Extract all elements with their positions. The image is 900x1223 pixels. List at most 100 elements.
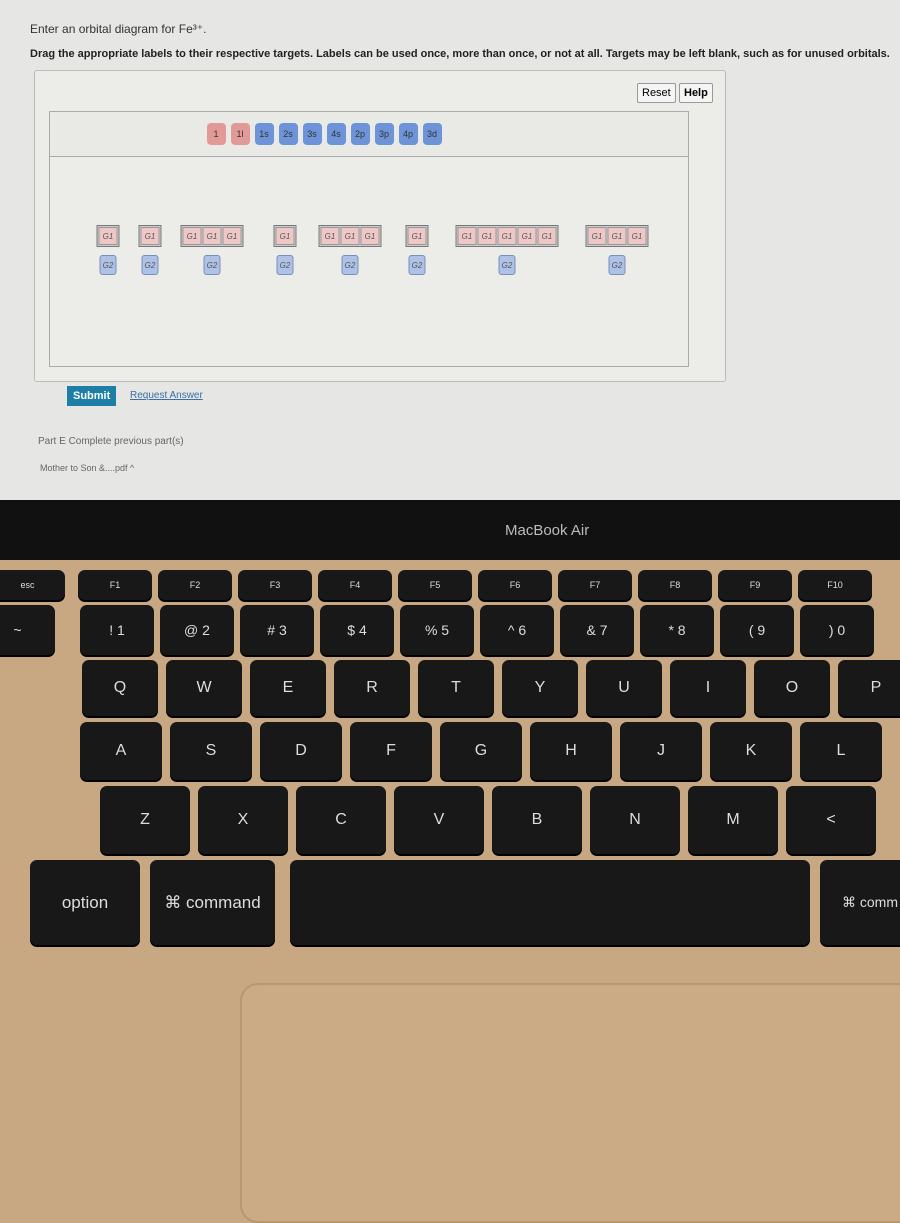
orbital-name-target[interactable]: G2 — [498, 255, 516, 275]
key[interactable]: $ 4 — [320, 605, 394, 655]
orbital-boxes: G1 — [96, 225, 120, 247]
key[interactable]: W — [166, 660, 242, 716]
key[interactable]: @ 2 — [160, 605, 234, 655]
drag-label-3d[interactable]: 3d — [422, 123, 442, 145]
key[interactable]: I — [670, 660, 746, 716]
orbital-target[interactable]: G1 — [457, 227, 477, 245]
key[interactable]: % 5 — [400, 605, 474, 655]
key[interactable]: F8 — [638, 570, 712, 600]
orbital-target[interactable]: G1 — [477, 227, 497, 245]
orbital-target[interactable]: G1 — [140, 227, 160, 245]
key[interactable]: O — [754, 660, 830, 716]
key[interactable]: B — [492, 786, 582, 854]
key[interactable]: & 7 — [560, 605, 634, 655]
key[interactable]: C — [296, 786, 386, 854]
key[interactable]: R — [334, 660, 410, 716]
orbital-name-target[interactable]: G2 — [99, 255, 117, 275]
drag-label-2s[interactable]: 2s — [278, 123, 298, 145]
orbital-name-target[interactable]: G2 — [141, 255, 159, 275]
key[interactable]: S — [170, 722, 252, 780]
key[interactable]: ( 9 — [720, 605, 794, 655]
key[interactable]: * 8 — [640, 605, 714, 655]
key[interactable]: # 3 — [240, 605, 314, 655]
orbital-target[interactable]: G1 — [627, 227, 647, 245]
key[interactable]: F — [350, 722, 432, 780]
key[interactable]: F7 — [558, 570, 632, 600]
key[interactable]: ⌘ command — [150, 860, 275, 945]
orbital-target[interactable]: G1 — [407, 227, 427, 245]
key[interactable]: F5 — [398, 570, 472, 600]
orbital-target[interactable]: G1 — [537, 227, 557, 245]
key[interactable]: ) 0 — [800, 605, 874, 655]
key[interactable]: X — [198, 786, 288, 854]
target-area: G1 G2 G1 G2 G1 G1 G1 G2 G1 G2 G1 G1 G1 G2 G1 G2 G1 G1 G1 G1… — [49, 157, 689, 367]
key[interactable]: H — [530, 722, 612, 780]
drag-label-1l[interactable]: 1l — [230, 123, 250, 145]
key[interactable]: G — [440, 722, 522, 780]
key[interactable]: F2 — [158, 570, 232, 600]
download-item[interactable]: Mother to Son &....pdf ^ — [40, 463, 134, 473]
orbital-target[interactable]: G1 — [182, 227, 202, 245]
key[interactable]: T — [418, 660, 494, 716]
reset-button[interactable]: Reset — [637, 83, 676, 103]
key[interactable]: K — [710, 722, 792, 780]
space-bar[interactable] — [290, 860, 810, 945]
key[interactable]: ^ 6 — [480, 605, 554, 655]
key[interactable]: option — [30, 860, 140, 945]
key[interactable]: F4 — [318, 570, 392, 600]
drag-label-3p[interactable]: 3p — [374, 123, 394, 145]
key[interactable]: E — [250, 660, 326, 716]
orbital-target[interactable]: G1 — [607, 227, 627, 245]
key[interactable]: M — [688, 786, 778, 854]
key[interactable]: F1 — [78, 570, 152, 600]
screen: Enter an orbital diagram for Fe³⁺. Drag … — [0, 0, 900, 500]
orbital-name-target[interactable]: G2 — [203, 255, 221, 275]
key[interactable]: ~ — [0, 605, 55, 655]
drag-label-3s[interactable]: 3s — [302, 123, 322, 145]
key[interactable]: U — [586, 660, 662, 716]
orbital-target[interactable]: G1 — [98, 227, 118, 245]
orbital-target[interactable]: G1 — [340, 227, 360, 245]
key[interactable]: N — [590, 786, 680, 854]
drag-label-1s[interactable]: 1s — [254, 123, 274, 145]
orbital-target[interactable]: G1 — [222, 227, 242, 245]
submit-button[interactable]: Submit — [67, 386, 117, 406]
key[interactable]: L — [800, 722, 882, 780]
key[interactable]: F6 — [478, 570, 552, 600]
drag-label-2p[interactable]: 2p — [350, 123, 370, 145]
orbital-name-target[interactable]: G2 — [341, 255, 359, 275]
orbital-target[interactable]: G1 — [202, 227, 222, 245]
request-answer-link[interactable]: Request Answer — [130, 390, 203, 401]
orbital-group: G1 G2 — [405, 225, 429, 275]
orbital-boxes: G1 G1 G1 — [585, 225, 649, 247]
key[interactable]: Y — [502, 660, 578, 716]
key[interactable]: D — [260, 722, 342, 780]
drag-label-4p[interactable]: 4p — [398, 123, 418, 145]
key[interactable]: Z — [100, 786, 190, 854]
key[interactable]: V — [394, 786, 484, 854]
key[interactable]: J — [620, 722, 702, 780]
key[interactable]: F10 — [798, 570, 872, 600]
help-button[interactable]: Help — [679, 83, 713, 103]
key[interactable]: ! 1 — [80, 605, 154, 655]
orbital-target[interactable]: G1 — [275, 227, 295, 245]
orbital-name-target[interactable]: G2 — [608, 255, 626, 275]
drag-label-1[interactable]: 1 — [206, 123, 226, 145]
orbital-name-target[interactable]: G2 — [276, 255, 294, 275]
key[interactable]: F9 — [718, 570, 792, 600]
key[interactable]: F3 — [238, 570, 312, 600]
orbital-target[interactable]: G1 — [320, 227, 340, 245]
orbital-target[interactable]: G1 — [587, 227, 607, 245]
orbital-target[interactable]: G1 — [517, 227, 537, 245]
key[interactable]: ⌘ comm — [820, 860, 900, 945]
orbital-target[interactable]: G1 — [497, 227, 517, 245]
drag-label-4s[interactable]: 4s — [326, 123, 346, 145]
orbital-boxes: G1 G1 G1 G1 G1 — [455, 225, 559, 247]
key[interactable]: A — [80, 722, 162, 780]
key[interactable]: Q — [82, 660, 158, 716]
key[interactable]: < — [786, 786, 876, 854]
orbital-name-target[interactable]: G2 — [408, 255, 426, 275]
key[interactable]: esc — [0, 570, 65, 600]
key[interactable]: P — [838, 660, 900, 716]
orbital-target[interactable]: G1 — [360, 227, 380, 245]
